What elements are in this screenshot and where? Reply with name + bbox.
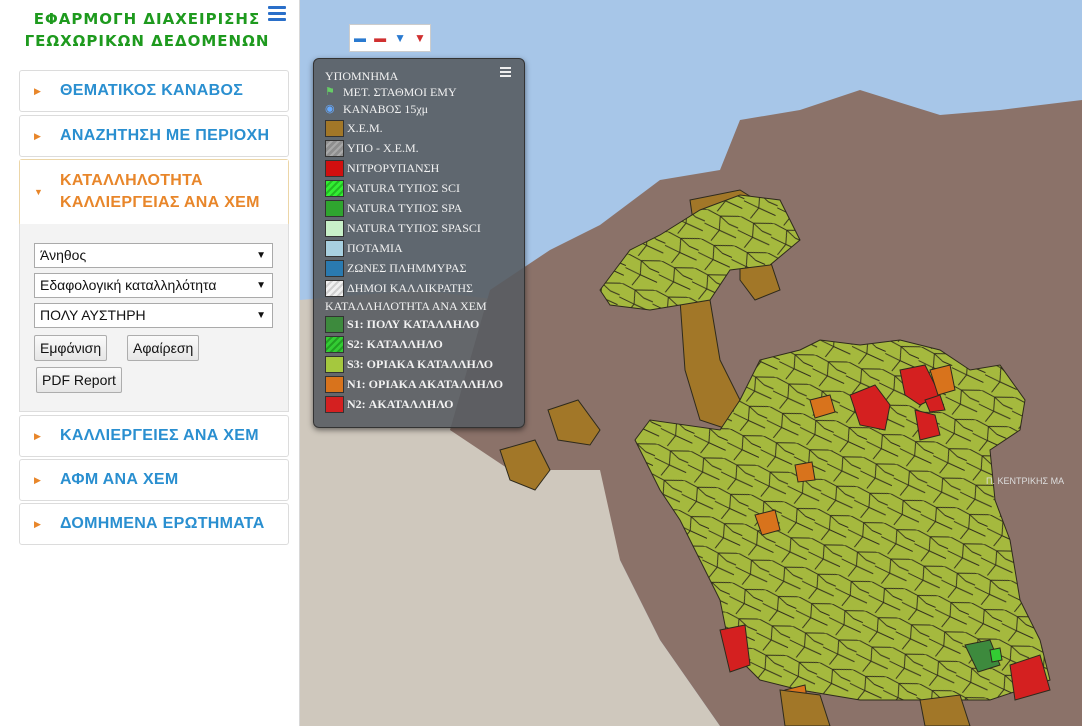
select-arrow-icon: ▼ (256, 250, 266, 261)
legend-label: S3: ΟΡΙΑΚΑ ΚΑΤΑΛΛΗΛΟ (347, 356, 494, 371)
caret-down-icon: ▼ (34, 187, 43, 197)
panel-crops-per-xem[interactable]: ▶ ΚΑΛΛΙΕΡΓΕΙΕΣ ΑΝΑ ΧΕΜ (19, 415, 289, 457)
legend-item: ΔΗΜΟΙ ΚΑΛΛΙΚΡΑΤΗΣ (325, 278, 473, 298)
app-title-line2: ΓΕΩΧΩΡΙΚΩΝ ΔΕΔΟΜΕΝΩΝ (24, 32, 270, 50)
legend-swatch (325, 375, 344, 393)
legend-label: Χ.Ε.Μ. (347, 120, 383, 135)
legend-swatch (325, 315, 344, 333)
caret-right-icon: ▶ (34, 130, 41, 141)
legend-item: S2: ΚΑΤΑΛΛΗΛΟ (325, 334, 443, 354)
legend-label: ΝΙΤΡΟΡΥΠΑΝΣΗ (347, 160, 440, 175)
panel-title: ΚΑΤΑΛΛΗΛΟΤΗΤΑ ΚΑΛΛΙΕΡΓΕΙΑΣ ΑΝΑ ΧΕΜ (60, 170, 260, 214)
legend-swatch (325, 159, 344, 177)
legend-item: S3: ΟΡΙΑΚΑ ΚΑΤΑΛΛΗΛΟ (325, 354, 493, 374)
map-legend: ΥΠΟΜΝΗΜΑ ⚑ ΜΕΤ. ΣΤΑΘΜΟΙ ΕΜΥ ◉ ΚΑΝΑΒΟΣ 15… (313, 58, 525, 428)
crop-select[interactable]: Άνηθος ▼ (34, 243, 273, 268)
legend-label: ΚΑΝΑΒΟΣ 15χμ (343, 101, 429, 116)
legend-swatch (325, 239, 344, 257)
clear-filter-icon[interactable]: ▼ (414, 31, 426, 45)
panel-title: ΚΑΛΛΙΕΡΓΕΙΕΣ ΑΝΑ ΧΕΜ (60, 427, 259, 444)
grid-marker-icon: ◉ (325, 103, 335, 115)
panel-title-line2: ΚΑΛΛΙΕΡΓΕΙΑΣ ΑΝΑ ΧΕΜ (60, 194, 260, 211)
hamburger-icon[interactable] (268, 6, 286, 22)
legend-item: ΝΙΤΡΟΡΥΠΑΝΣΗ (325, 158, 439, 178)
panel-structured-queries[interactable]: ▶ ΔΟΜΗΜΕΝΑ ΕΡΩΤΗΜΑΤΑ (19, 503, 289, 545)
panel-title: ΑΦΜ ΑΝΑ ΧΕΜ (60, 471, 179, 488)
suitability-select-value: Εδαφολογική καταλληλότητα (40, 277, 217, 293)
suitability-form: Άνηθος ▼ Εδαφολογική καταλληλότητα ▼ ΠΟΛΥ … (19, 224, 289, 412)
legend-item: NATURA ΤΥΠΟΣ SPASCI (325, 218, 481, 238)
app-title-line1: ΕΦΑΡΜΟΓΗ ΔΙΑΧΕΙΡΙΣΗΣ (33, 10, 261, 28)
pdf-report-button[interactable]: PDF Report (36, 367, 122, 393)
legend-label: NATURA ΤΥΠΟΣ SPASCI (347, 220, 481, 235)
sidebar: ΕΦΑΡΜΟΓΗ ΔΙΑΧΕΙΡΙΣΗΣ ΓΕΩΧΩΡΙΚΩΝ ΔΕΔΟΜΕΝΩ… (0, 0, 300, 726)
panel-crop-suitability[interactable]: ▼ ΚΑΤΑΛΛΗΛΟΤΗΤΑ ΚΑΛΛΙΕΡΓΕΙΑΣ ΑΝΑ ΧΕΜ (19, 159, 289, 226)
map-toolbar: ▬ ▬ ▼ ▼ (349, 24, 431, 52)
legend-swatch (325, 395, 344, 413)
panel-afm-per-xem[interactable]: ▶ ΑΦΜ ΑΝΑ ΧΕΜ (19, 459, 289, 501)
show-button[interactable]: Εμφάνιση (34, 335, 108, 361)
caret-right-icon: ▶ (34, 474, 41, 485)
legend-swatch (325, 219, 344, 237)
legend-item: ΠΟΤΑΜΙΑ (325, 238, 403, 258)
filter-icon[interactable]: ▼ (394, 31, 406, 45)
flag-icon: ⚑ (325, 86, 335, 98)
legend-label: ΥΠΟ - Χ.Ε.Μ. (347, 140, 419, 155)
legend-swatch (325, 119, 344, 137)
legend-item: Χ.Ε.Μ. (325, 118, 383, 138)
legend-item: NATURA ΤΥΠΟΣ SCI (325, 178, 460, 198)
legend-label: N2: ΑΚΑΤΑΛΛΗΛΟ (347, 396, 454, 411)
panel-title-line1: ΚΑΤΑΛΛΗΛΟΤΗΤΑ (60, 172, 203, 189)
legend-item: N2: ΑΚΑΤΑΛΛΗΛΟ (325, 394, 453, 414)
legend-label: ΠΟΤΑΜΙΑ (347, 240, 403, 255)
legend-menu-icon[interactable] (500, 67, 511, 79)
legend-label: NATURA ΤΥΠΟΣ SPA (347, 200, 463, 215)
suitability-type-select[interactable]: Εδαφολογική καταλληλότητα ▼ (34, 273, 273, 298)
zoom-out-icon[interactable]: ▬ (374, 31, 386, 45)
legend-label: ΖΩΝΕΣ ΠΛΗΜΜΥΡΑΣ (347, 260, 467, 275)
panel-area-search[interactable]: ▶ ΑΝΑΖΗΤΗΣΗ ΜΕ ΠΕΡΙΟΧΗ (19, 115, 289, 157)
legend-item: ΖΩΝΕΣ ΠΛΗΜΜΥΡΑΣ (325, 258, 467, 278)
strictness-select[interactable]: ΠΟΛΥ ΑΥΣΤΗΡΗ ▼ (34, 303, 273, 328)
legend-item: NATURA ΤΥΠΟΣ SPA (325, 198, 462, 218)
region-label: Π. ΚΕΝΤΡΙΚΗΣ ΜΑ (986, 476, 1065, 486)
legend-label: S1: ΠΟΛΥ ΚΑΤΑΛΛΗΛΟ (347, 316, 480, 331)
s2-patch (989, 647, 1003, 663)
caret-right-icon: ▶ (34, 85, 41, 96)
legend-label: NATURA ΤΥΠΟΣ SCI (347, 180, 460, 195)
legend-swatch (325, 279, 344, 297)
n1-patch-4 (794, 461, 816, 483)
legend-label: ΜΕΤ. ΣΤΑΘΜΟΙ ΕΜΥ (343, 84, 457, 99)
zoom-in-icon[interactable]: ▬ (354, 31, 366, 45)
caret-right-icon: ▶ (34, 430, 41, 441)
strictness-select-value: ΠΟΛΥ ΑΥΣΤΗΡΗ (40, 307, 146, 323)
legend-swatch (325, 179, 344, 197)
panel-title: ΑΝΑΖΗΤΗΣΗ ΜΕ ΠΕΡΙΟΧΗ (60, 127, 270, 144)
caret-right-icon: ▶ (34, 518, 41, 529)
app-title: ΕΦΑΡΜΟΓΗ ΔΙΑΧΕΙΡΙΣΗΣ ΓΕΩΧΩΡΙΚΩΝ ΔΕΔΟΜΕΝΩ… (22, 8, 272, 52)
legend-label: ΔΗΜΟΙ ΚΑΛΛΙΚΡΑΤΗΣ (347, 280, 474, 295)
legend-label: N1: ΟΡΙΑΚΑ ΑΚΑΤΑΛΛΗΛΟ (347, 376, 504, 391)
legend-item: S1: ΠΟΛΥ ΚΑΤΑΛΛΗΛΟ (325, 314, 479, 334)
legend-section-title: ΚΑΤΑΛΛΗΛΟΤΗΤΑ ΑΝΑ ΧΕΜ (325, 299, 487, 313)
legend-swatch (325, 259, 344, 277)
legend-swatch (325, 199, 344, 217)
legend-swatch (325, 139, 344, 157)
panel-thematic-grid[interactable]: ▶ ΘΕΜΑΤΙΚΟΣ ΚΑΝΑΒΟΣ (19, 70, 289, 112)
crop-select-value: Άνηθος (40, 247, 87, 263)
legend-item: ΥΠΟ - Χ.Ε.Μ. (325, 138, 419, 158)
remove-button[interactable]: Αφαίρεση (127, 335, 200, 361)
panel-title: ΘΕΜΑΤΙΚΟΣ ΚΑΝΑΒΟΣ (60, 82, 244, 99)
select-arrow-icon: ▼ (256, 310, 266, 321)
legend-swatch (325, 335, 344, 353)
legend-label: S2: ΚΑΤΑΛΛΗΛΟ (347, 336, 443, 351)
legend-item: N1: ΟΡΙΑΚΑ ΑΚΑΤΑΛΛΗΛΟ (325, 374, 503, 394)
select-arrow-icon: ▼ (256, 280, 266, 291)
legend-swatch (325, 355, 344, 373)
legend-item: ◉ ΚΑΝΑΒΟΣ 15χμ (325, 99, 428, 119)
panel-title: ΔΟΜΗΜΕΝΑ ΕΡΩΤΗΜΑΤΑ (60, 515, 265, 532)
